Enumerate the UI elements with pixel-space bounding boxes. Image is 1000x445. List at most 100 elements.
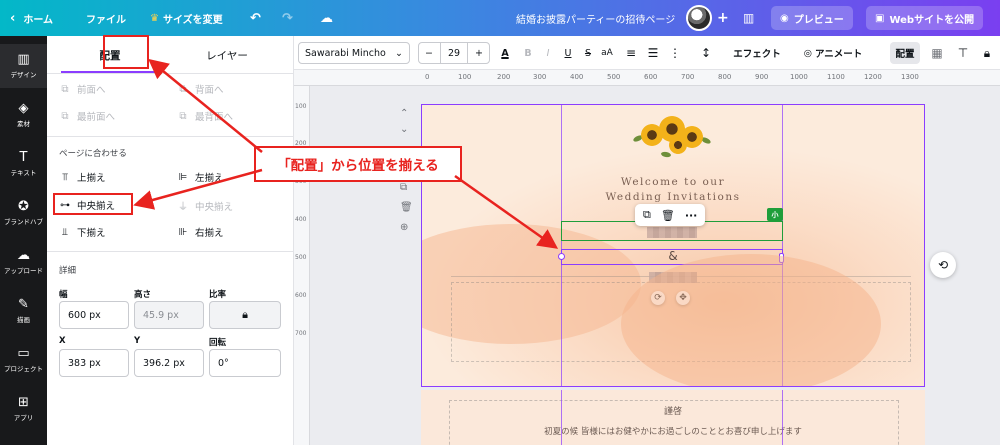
details-section-label: 詳細 [59, 266, 77, 276]
lock-icon[interactable]: 🔒︎ [978, 42, 996, 64]
publish-website-button[interactable]: ▣ Webサイトを公開 [866, 6, 984, 30]
align-center-button[interactable]: ⏚ 中央揃え [177, 198, 233, 214]
chevron-up-icon[interactable]: ⌃ [400, 108, 408, 119]
align-right-icon: ⊪ [178, 226, 188, 238]
bring-to-front-button[interactable]: ⧉ 最前面へ [59, 109, 115, 124]
align-section-label: ページに合わせる [59, 149, 127, 159]
add-page-icon[interactable]: ⊕ [400, 222, 408, 233]
send-backward-button[interactable]: ⧉ 背面へ [177, 82, 223, 97]
numbered-list-icon[interactable]: ⋮ [666, 42, 684, 64]
transparency-icon[interactable]: ▦ [928, 42, 946, 64]
upload-icon: ☁ [17, 248, 30, 263]
bring-forward-icon: ⧉ [61, 83, 69, 95]
rotate-icon[interactable]: ⟳ [651, 291, 665, 305]
more-icon[interactable]: ··· [685, 209, 698, 222]
cloud-saved-icon[interactable]: ☁ [320, 0, 333, 36]
rail-item-uploads[interactable]: ☁ アップロード [0, 240, 47, 284]
rail-item-text[interactable]: T テキスト [0, 142, 47, 186]
design-page[interactable]: Welcome to our Wedding Invitations 小 & ⧉… [421, 104, 925, 387]
list-icon[interactable]: ☰ [644, 42, 662, 64]
move-icon[interactable]: ✥ [676, 291, 690, 305]
sunflower-illustration[interactable] [631, 116, 716, 161]
undo-icon[interactable]: ↶ [250, 0, 261, 36]
rail-item-elements[interactable]: ◈ 素材 [0, 93, 47, 137]
width-field[interactable]: 600 px [59, 301, 129, 329]
elements-icon: ◈ [18, 101, 29, 116]
x-field[interactable]: 383 px [59, 349, 129, 377]
font-family-dropdown[interactable]: Sawarabi Mincho ⌄ [298, 42, 410, 64]
arrange-button[interactable]: 配置 [890, 42, 920, 64]
resize-button[interactable]: ♛ サイズを変更 [150, 0, 223, 36]
spacing-icon[interactable]: ↕ [696, 42, 716, 64]
bring-forward-button[interactable]: ⧉ 前面へ [59, 82, 105, 97]
duplicate-page-icon[interactable]: ⧉ [400, 182, 407, 193]
align-right-button[interactable]: ⊪ 右揃え [177, 225, 224, 240]
chevron-down-icon[interactable]: ⌄ [400, 124, 408, 135]
height-field[interactable]: 45.9 px [134, 301, 204, 329]
size-badge: 小 [767, 208, 783, 221]
chevron-down-icon: ⌄ [395, 47, 403, 59]
uppercase-button[interactable]: aA [598, 42, 616, 64]
ratio-label: 比率 [209, 290, 227, 300]
file-menu[interactable]: ファイル [86, 0, 126, 36]
rotate-field[interactable]: 0° [209, 349, 281, 377]
font-size-increase-button[interactable]: + [470, 42, 488, 64]
effects-button[interactable]: エフェクト [728, 42, 786, 64]
animate-button[interactable]: ◎ アニメート [794, 42, 872, 64]
tab-layers[interactable]: レイヤー [177, 36, 277, 74]
alignment-guide [782, 104, 783, 387]
rail-item-draw[interactable]: ✎ 描画 [0, 289, 47, 333]
text-icon: T [19, 150, 28, 165]
paint-roller-icon[interactable]: ⊤ [954, 42, 972, 64]
design-page-2[interactable]: 謹啓 初夏の候 皆様にはお健やかにお過ごしのこととお喜び申し上げます [421, 390, 925, 445]
welcome-title-line1[interactable]: Welcome to our [421, 176, 925, 188]
section-divider [47, 136, 294, 137]
trash-icon[interactable]: 🗑︎ [661, 209, 675, 222]
page2-heading[interactable]: 謹啓 [421, 404, 925, 417]
text-color-button[interactable]: A [496, 42, 514, 64]
chevron-left-icon: ‹ [10, 10, 16, 26]
margin-guide [451, 276, 911, 277]
font-size-input[interactable]: 29 [440, 42, 468, 64]
strikethrough-button[interactable]: S [580, 42, 596, 64]
align-bottom-icon: ⫫ [62, 226, 68, 238]
width-label: 幅 [59, 290, 68, 300]
insights-icon[interactable]: ▥ [743, 0, 754, 36]
draw-icon: ✎ [18, 297, 29, 312]
font-size-decrease-button[interactable]: − [420, 42, 438, 64]
avatar[interactable] [686, 5, 712, 31]
duplicate-icon[interactable]: ⧉ [643, 208, 651, 222]
align-top-button[interactable]: ⫪ 上揃え [59, 170, 105, 185]
align-center-icon: ⏚ [178, 202, 188, 213]
refresh-suggestions-icon[interactable]: ⟲ [930, 252, 956, 278]
rail-item-design[interactable]: ▥ デザイン [0, 44, 47, 88]
document-title[interactable]: 結婚お披露パーティーの招待ページ [516, 0, 675, 36]
send-to-back-button[interactable]: ⧉ 最背面へ [177, 109, 233, 124]
align-left-button[interactable]: ⊫ 左揃え [177, 170, 224, 185]
preview-button[interactable]: ◉ プレビュー [771, 6, 853, 30]
rail-item-projects[interactable]: ▭ プロジェクト [0, 338, 47, 382]
folder-icon: ▭ [17, 346, 30, 361]
resize-handle[interactable] [779, 253, 784, 263]
italic-button[interactable]: I [540, 42, 556, 64]
brand-icon: ✪ [18, 199, 29, 214]
underline-button[interactable]: U [560, 42, 576, 64]
resize-handle[interactable] [558, 253, 565, 260]
welcome-title-line2[interactable]: Wedding Invitations [421, 191, 925, 203]
text-align-center-icon[interactable]: ≡ [622, 42, 640, 64]
tab-divider [47, 73, 294, 74]
page2-text[interactable]: 初夏の候 皆様にはお健やかにお過ごしのこととお喜び申し上げます [421, 425, 925, 437]
rail-item-apps[interactable]: ⊞ アプリ [0, 387, 47, 431]
apps-icon: ⊞ [18, 395, 29, 410]
lock-ratio-button[interactable]: 🔒︎ [209, 301, 281, 329]
delete-page-icon[interactable]: 🗑︎ [400, 202, 413, 213]
bold-button[interactable]: B [520, 42, 536, 64]
rail-item-brand[interactable]: ✪ ブランドハブ [0, 191, 47, 235]
add-collaborator-button[interactable]: + [717, 0, 729, 36]
vertical-ruler: 100 200 300 400 500 600 700 [294, 86, 310, 445]
align-bottom-button[interactable]: ⫫ 下揃え [59, 225, 105, 240]
y-field[interactable]: 396.2 px [134, 349, 204, 377]
element-context-bar: ⧉ 🗑︎ ··· [635, 204, 706, 226]
home-button[interactable]: ‹ ホーム [10, 0, 53, 36]
redo-icon[interactable]: ↷ [282, 0, 293, 36]
